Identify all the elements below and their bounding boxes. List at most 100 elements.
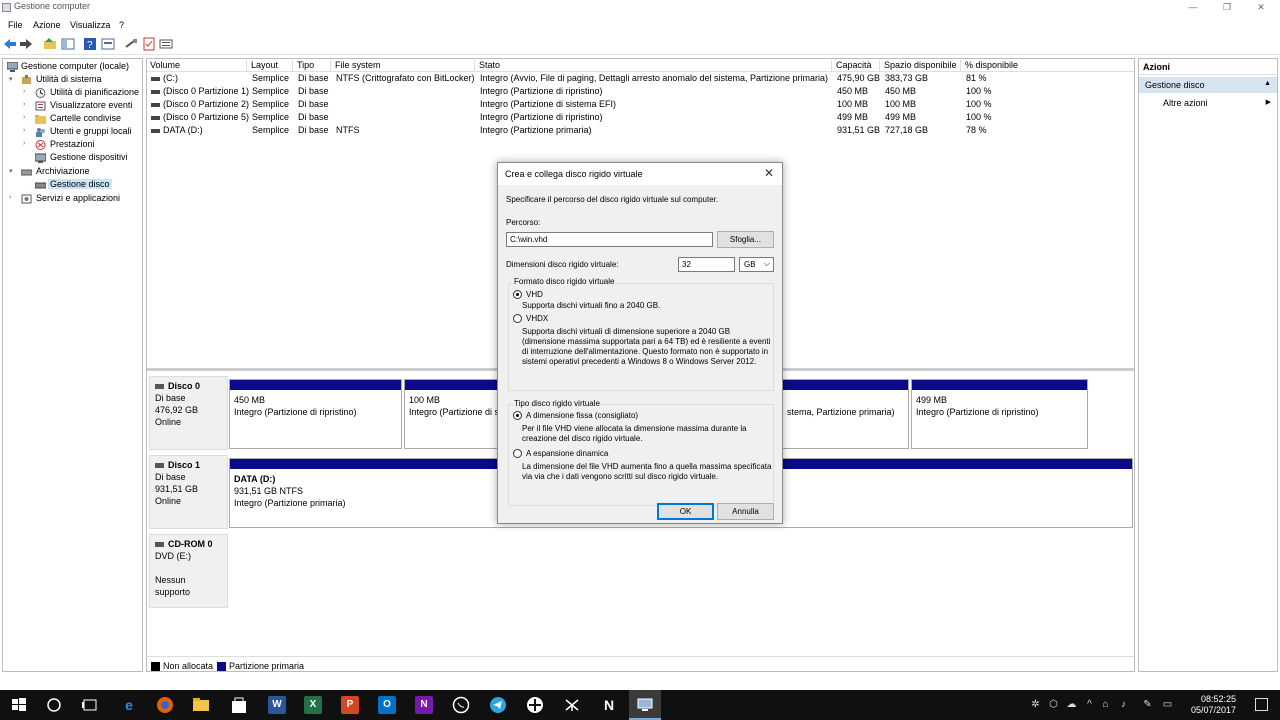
network-app-icon[interactable]: [563, 696, 581, 714]
table-row[interactable]: (Disco 0 Partizione 5) Semplice Di base …: [147, 112, 1134, 125]
partition-d0p5[interactable]: 499 MB Integro (Partizione di ripristino): [911, 379, 1088, 449]
collapse-chevron-icon[interactable]: ›: [23, 88, 25, 95]
collapse-chevron-icon[interactable]: ›: [23, 127, 25, 134]
dialog-close-icon[interactable]: ✕: [764, 166, 774, 180]
powerpoint-icon[interactable]: P: [341, 696, 359, 714]
task-view-icon[interactable]: [81, 696, 99, 714]
column-header-type[interactable]: Tipo: [294, 60, 331, 72]
maximize-button[interactable]: ❐: [1210, 0, 1244, 16]
up-folder-icon[interactable]: [43, 37, 57, 51]
fixed-size-label[interactable]: A dimensione fissa (consigliato): [526, 411, 638, 420]
table-row[interactable]: DATA (D:) Semplice Di base NTFS Integro …: [147, 125, 1134, 138]
disk-1-label[interactable]: Disco 1 Di base 931,51 GB Online: [149, 455, 228, 529]
forward-arrow-icon[interactable]: [19, 37, 33, 51]
menu-visualizza[interactable]: Visualizza: [70, 20, 110, 30]
cell-type: Di base: [298, 112, 329, 122]
tray-expand-icon[interactable]: ^: [1084, 699, 1095, 710]
partition-c[interactable]: stema, Partizione primaria): [783, 379, 909, 449]
notion-n-icon[interactable]: N: [600, 696, 618, 714]
excel-icon[interactable]: X: [304, 696, 322, 714]
legend-swatch-primary: [217, 662, 226, 671]
tray-volume-icon[interactable]: ♪: [1118, 699, 1129, 710]
tray-network-icon[interactable]: ⌂: [1100, 699, 1111, 710]
firefox-icon[interactable]: [156, 696, 174, 714]
clock-time: 08:52:25: [1200, 694, 1236, 704]
disk-status: Online: [155, 496, 182, 506]
column-header-free-space[interactable]: Spazio disponibile: [881, 60, 961, 72]
menu-help[interactable]: ?: [119, 20, 124, 30]
whatsapp-icon[interactable]: [452, 696, 470, 714]
menu-azione[interactable]: Azione: [33, 20, 61, 30]
vhd-label[interactable]: VHD: [526, 290, 543, 299]
store-icon[interactable]: [230, 696, 248, 714]
telegram-icon[interactable]: [489, 696, 507, 714]
cortana-search-icon[interactable]: [45, 696, 63, 714]
column-header-status[interactable]: Stato: [476, 60, 832, 72]
vhdx-radio[interactable]: [513, 314, 522, 323]
tray-app-icon[interactable]: ⬡: [1048, 699, 1059, 710]
disk-0-label[interactable]: Disco 0 Di base 476,92 GB Online: [149, 376, 228, 450]
table-row[interactable]: (Disco 0 Partizione 2) Semplice Di base …: [147, 99, 1134, 112]
tray-pen-icon[interactable]: ✎: [1142, 699, 1153, 710]
tray-settings-icon[interactable]: ✲: [1030, 699, 1041, 710]
collapse-chevron-icon[interactable]: ›: [9, 194, 11, 201]
minimize-button[interactable]: —: [1176, 0, 1210, 16]
partition-d0p1[interactable]: 450 MB Integro (Partizione di ripristino): [229, 379, 402, 449]
menu-file[interactable]: File: [8, 20, 23, 30]
windows-start-icon[interactable]: [10, 696, 28, 714]
vhd-radio[interactable]: [513, 290, 522, 299]
dynamic-radio[interactable]: [513, 449, 522, 458]
column-header-layout[interactable]: Layout: [248, 60, 293, 72]
size-input[interactable]: 32: [678, 257, 735, 272]
more-actions-label: Altre azioni: [1163, 98, 1208, 108]
collapse-up-icon[interactable]: ▲: [1264, 80, 1271, 87]
word-icon[interactable]: W: [268, 696, 286, 714]
connect-icon[interactable]: [124, 37, 138, 51]
disk-management-icon: [35, 182, 46, 189]
actions-section-disk-management[interactable]: Gestione disco ▲: [1139, 77, 1277, 93]
help-icon[interactable]: ?: [83, 37, 97, 51]
path-input[interactable]: C:\win.vhd: [506, 232, 713, 247]
file-explorer-icon[interactable]: [192, 696, 210, 714]
tree-label-system-tools: Utilità di sistema: [36, 74, 102, 84]
drive-icon: [151, 90, 160, 94]
expand-chevron-icon[interactable]: ▾: [9, 75, 13, 83]
ok-button[interactable]: OK: [657, 503, 714, 520]
show-hide-tree-icon[interactable]: [61, 37, 75, 51]
cancel-button[interactable]: Annulla: [717, 503, 774, 520]
table-row[interactable]: (Disco 0 Partizione 1) Semplice Di base …: [147, 86, 1134, 99]
cell-type: Di base: [298, 125, 329, 135]
close-window-button[interactable]: ✕: [1244, 0, 1278, 16]
column-header-volume[interactable]: Volume: [147, 60, 247, 72]
back-arrow-icon[interactable]: [3, 37, 17, 51]
properties-icon[interactable]: [101, 37, 115, 51]
fixed-size-radio[interactable]: [513, 411, 522, 420]
checklist-icon[interactable]: [142, 37, 156, 51]
taskbar-clock[interactable]: 08:52:25 05/07/2017: [1191, 694, 1236, 716]
collapse-chevron-icon[interactable]: ›: [23, 101, 25, 108]
browse-button[interactable]: Sfoglia...: [717, 231, 774, 248]
onenote-icon[interactable]: N: [415, 696, 433, 714]
edge-icon[interactable]: e: [120, 696, 138, 714]
view-icon[interactable]: [159, 37, 173, 51]
vhdx-label[interactable]: VHDX: [526, 314, 548, 323]
collapse-chevron-icon[interactable]: ›: [23, 114, 25, 121]
tray-keyboard-icon[interactable]: ▭: [1162, 699, 1173, 710]
table-row[interactable]: (C:) Semplice Di base NTFS (Crittografat…: [147, 73, 1134, 86]
action-center-icon[interactable]: [1255, 698, 1268, 711]
outlook-icon[interactable]: O: [378, 696, 396, 714]
tray-onedrive-icon[interactable]: ☁: [1066, 699, 1077, 710]
dynamic-label[interactable]: A espansione dinamica: [526, 449, 608, 458]
active-app-highlight[interactable]: [629, 690, 661, 720]
column-header-capacity[interactable]: Capacità: [833, 60, 880, 72]
column-header-percent-free[interactable]: % disponibile: [962, 60, 1134, 72]
collapse-chevron-icon[interactable]: ›: [23, 140, 25, 147]
cell-layout: Semplice: [252, 73, 290, 83]
expand-chevron-icon[interactable]: ▾: [9, 167, 13, 175]
cdrom-0-label[interactable]: CD-ROM 0 DVD (E:) Nessun supporto: [149, 534, 228, 608]
partition-d0p2[interactable]: 100 MB Integro (Partizione di s: [404, 379, 500, 449]
more-actions-item[interactable]: Altre azioni ▶: [1139, 96, 1277, 110]
pinwheel-app-icon[interactable]: [526, 696, 544, 714]
size-unit-select[interactable]: GB ⌵: [739, 257, 774, 272]
column-header-filesystem[interactable]: File system: [332, 60, 475, 72]
